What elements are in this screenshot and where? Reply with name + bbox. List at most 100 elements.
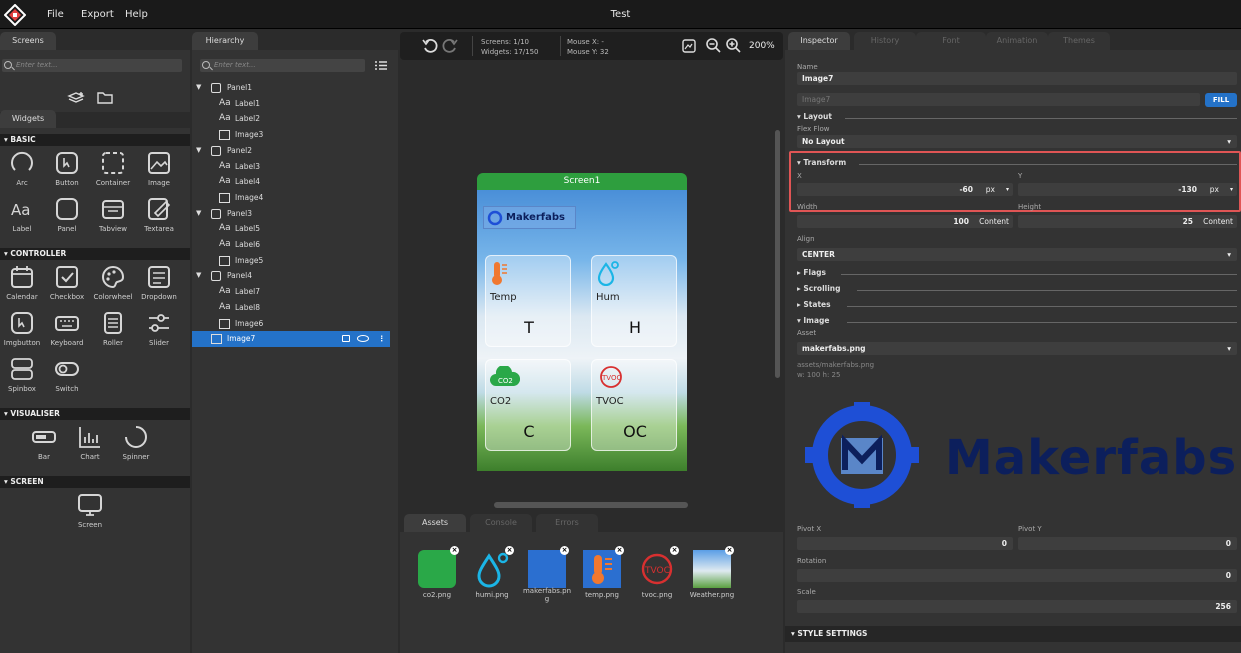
tree-item-panel4[interactable]: ▼ Panel4 <box>192 268 390 284</box>
asset-select[interactable]: makerfabs.png ▾ <box>797 342 1237 355</box>
tree-item-image7[interactable]: Image7 ⋮ <box>192 331 390 347</box>
expand-arrow-icon[interactable]: ▼ <box>196 143 201 159</box>
widget-spinbox[interactable]: Spinbox <box>0 356 44 393</box>
widget-screen[interactable]: Screen <box>68 492 112 529</box>
screen-preview[interactable]: Screen1 Makerfabs Temp T Hum H CO2 CO2 C <box>477 173 687 471</box>
tree-item-panel1[interactable]: ▼ Panel1 <box>192 80 390 96</box>
tab-screens[interactable]: Screens <box>0 32 56 50</box>
more-options-icon[interactable]: ⋮ <box>378 331 386 347</box>
tree-item-image3[interactable]: Image3 <box>192 127 390 143</box>
scale-input[interactable]: 256 <box>797 600 1237 613</box>
asset-makerfabs[interactable] <box>528 550 566 588</box>
tree-item-label2[interactable]: Aa Label2 <box>192 111 390 127</box>
widget-imgbutton[interactable]: Imgbutton <box>0 310 44 347</box>
expand-arrow-icon[interactable]: ▼ <box>196 80 201 96</box>
widget-switch[interactable]: Switch <box>45 356 89 393</box>
zoom-level[interactable]: 200% <box>749 41 775 51</box>
tab-errors[interactable]: Errors <box>536 514 598 532</box>
tree-item-image4[interactable]: Image4 <box>192 190 390 206</box>
asset-tvoc[interactable]: TVOC <box>638 550 676 588</box>
height-input[interactable]: 25 Content <box>1018 215 1237 228</box>
tab-font-manager[interactable]: Font Manager <box>916 32 986 63</box>
category-basic[interactable]: ▾ BASIC <box>0 134 190 146</box>
eye-icon[interactable] <box>357 335 369 343</box>
tree-item-label6[interactable]: Aa Label6 <box>192 237 390 253</box>
widget-label[interactable]: Aa Label <box>0 196 44 233</box>
tree-item-label7[interactable]: Aa Label7 <box>192 284 390 300</box>
expand-arrow-icon[interactable]: ▼ <box>196 268 201 284</box>
horizontal-scrollbar[interactable] <box>494 502 688 508</box>
flags-section-header[interactable]: ▸ Flags <box>797 268 1237 277</box>
align-select[interactable]: CENTER ▾ <box>797 248 1237 261</box>
rotation-input[interactable]: 0 <box>797 569 1237 582</box>
tree-item-label3[interactable]: Aa Label3 <box>192 159 390 175</box>
tree-item-label8[interactable]: Aa Label8 <box>192 300 390 316</box>
list-options-icon[interactable] <box>374 60 388 71</box>
tab-assets[interactable]: Assets <box>404 514 466 532</box>
remove-asset-icon[interactable]: × <box>450 546 459 555</box>
co2-card[interactable]: CO2 CO2 C <box>485 359 571 451</box>
style-settings-header[interactable]: ▾ STYLE SETTINGS <box>785 626 1241 642</box>
asset-temp[interactable] <box>583 550 621 588</box>
widget-spinner[interactable]: Spinner <box>114 424 158 461</box>
name-input[interactable]: Image7 <box>797 72 1237 85</box>
humidity-card[interactable]: Hum H <box>591 255 677 347</box>
id-input[interactable]: Image7 <box>797 93 1200 106</box>
asset-weather[interactable] <box>693 550 731 588</box>
widget-panel[interactable]: Panel <box>45 196 89 233</box>
remove-asset-icon[interactable]: × <box>725 546 734 555</box>
expand-arrow-icon[interactable]: ▼ <box>196 206 201 222</box>
scrolling-section-header[interactable]: ▸ Scrolling <box>797 284 1237 293</box>
tree-item-image5[interactable]: Image5 <box>192 253 390 269</box>
widget-slider[interactable]: Slider <box>137 310 181 347</box>
tree-item-panel2[interactable]: ▼ Panel2 <box>192 143 390 159</box>
zoom-out-icon[interactable] <box>706 38 721 53</box>
tree-item-label1[interactable]: Aa Label1 <box>192 96 390 112</box>
tab-hierarchy[interactable]: Hierarchy <box>192 32 258 50</box>
widget-chart[interactable]: Chart <box>68 424 112 461</box>
category-controller[interactable]: ▾ CONTROLLER <box>0 248 190 260</box>
tvoc-card[interactable]: TVOC TVOC OC <box>591 359 677 451</box>
lock-icon[interactable] <box>342 335 350 343</box>
states-section-header[interactable]: ▸ States <box>797 300 1237 309</box>
flex-flow-select[interactable]: No Layout ▾ <box>797 135 1237 148</box>
tree-item-label4[interactable]: Aa Label4 <box>192 174 390 190</box>
zoom-in-icon[interactable] <box>726 38 741 53</box>
widget-arc[interactable]: Arc <box>0 150 44 187</box>
pivot-x-input[interactable]: 0 <box>797 537 1013 550</box>
add-screen-icon[interactable] <box>67 91 85 105</box>
tab-inspector[interactable]: Inspector <box>788 32 850 50</box>
screens-search-input[interactable]: Enter text... <box>2 59 182 72</box>
y-input[interactable]: -130 px ▾ <box>1018 183 1237 196</box>
tab-animation[interactable]: Animation <box>986 32 1048 50</box>
tab-console[interactable]: Console <box>470 514 532 532</box>
widget-bar[interactable]: Bar <box>22 424 66 461</box>
layout-section-header[interactable]: ▾ Layout <box>797 112 1237 121</box>
tree-item-panel3[interactable]: ▼ Panel3 <box>192 206 390 222</box>
remove-asset-icon[interactable]: × <box>670 546 679 555</box>
category-screen[interactable]: ▾ SCREEN <box>0 476 190 488</box>
undo-icon[interactable] <box>422 38 438 54</box>
widget-textarea[interactable]: Textarea <box>137 196 181 233</box>
asset-co2[interactable] <box>418 550 456 588</box>
widget-tabview[interactable]: Tabview <box>91 196 135 233</box>
tab-widgets[interactable]: Widgets <box>0 110 56 128</box>
widget-calendar[interactable]: Calendar <box>0 264 44 301</box>
pivot-y-input[interactable]: 0 <box>1018 537 1237 550</box>
image-section-header[interactable]: ▾ Image <box>797 316 1237 325</box>
fit-image-icon[interactable] <box>682 39 696 53</box>
remove-asset-icon[interactable]: × <box>560 546 569 555</box>
makerfabs-logo[interactable]: Makerfabs <box>483 206 576 229</box>
redo-icon[interactable] <box>442 38 458 54</box>
transform-section-header[interactable]: ▾ Transform <box>797 158 1237 167</box>
x-input[interactable]: -60 px ▾ <box>797 183 1013 196</box>
widget-container[interactable]: Container <box>91 150 135 187</box>
asset-humi[interactable] <box>473 550 511 588</box>
tab-themes[interactable]: Themes <box>1048 32 1110 50</box>
width-input[interactable]: 100 Content <box>797 215 1013 228</box>
category-visualiser[interactable]: ▾ VISUALISER <box>0 408 190 420</box>
widget-colorwheel[interactable]: Colorwheel <box>91 264 135 301</box>
remove-asset-icon[interactable]: × <box>615 546 624 555</box>
folder-icon[interactable] <box>97 91 113 104</box>
widget-button[interactable]: Button <box>45 150 89 187</box>
